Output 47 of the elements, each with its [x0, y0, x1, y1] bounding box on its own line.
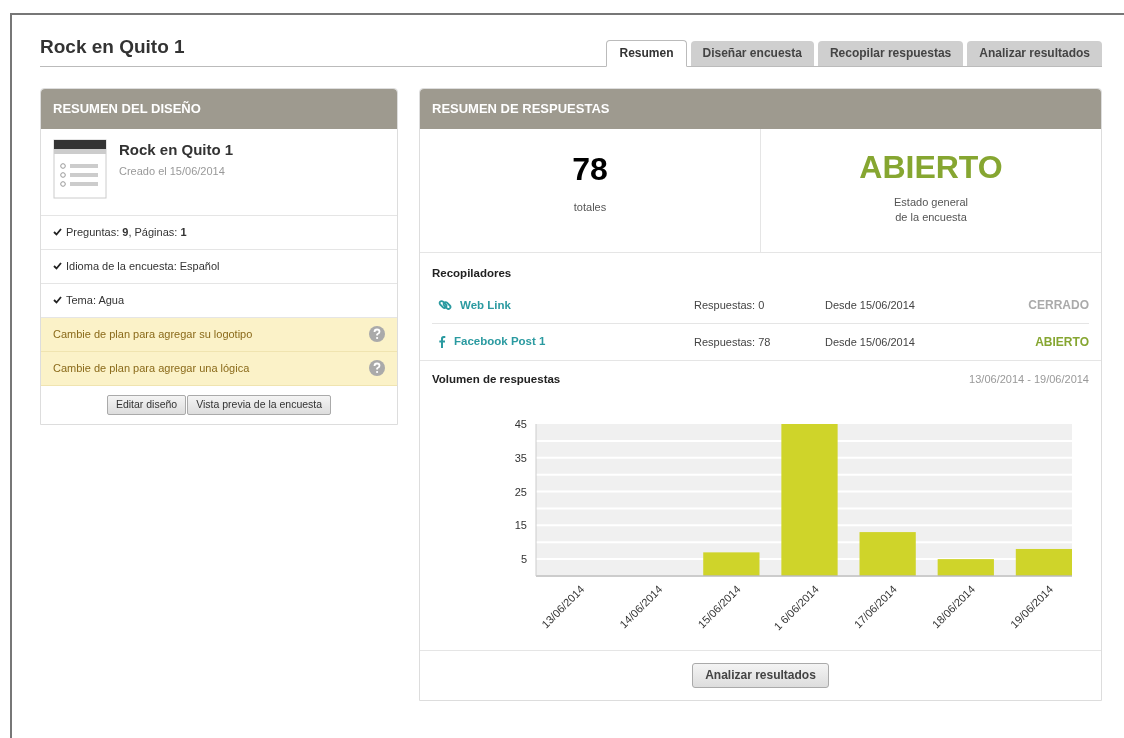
upgrade-text: Cambie de plan para agregar una lógica — [53, 360, 250, 376]
analyze-button[interactable]: Analizar resultados — [692, 662, 829, 688]
y-tick-label: 15 — [514, 519, 527, 532]
upgrade-text: Cambie de plan para agregar su logotipo — [53, 326, 253, 342]
date-range: 13/06/2014 - 19/06/2014 — [969, 371, 1089, 387]
collector-link[interactable]: Web Link — [460, 296, 511, 314]
link-icon — [438, 298, 452, 313]
collector-link[interactable]: Facebook Post 1 — [454, 333, 546, 351]
bar — [703, 552, 760, 576]
survey-name: Rock en Quito 1 — [119, 139, 234, 160]
y-tick-label: 5 — [520, 553, 527, 566]
tab[interactable]: Analizar resultados — [967, 40, 1102, 66]
check-icon — [53, 228, 62, 236]
created-date: Creado el 15/06/2014 — [119, 164, 226, 179]
bar — [859, 532, 916, 576]
collector-status: ABIERTO — [1034, 333, 1089, 351]
collectors-title: Recopiladores — [432, 265, 513, 281]
survey-form-icon — [53, 138, 107, 199]
design-button[interactable]: Editar diseño — [106, 394, 187, 415]
design-detail: Tema: Agua — [66, 292, 125, 308]
tab[interactable]: Diseñar encuesta — [690, 40, 814, 66]
page-title: Rock en Quito 1 — [40, 35, 185, 59]
collector-responses: Respuestas: 0 — [694, 298, 766, 313]
total-count: 78 — [572, 149, 608, 189]
design-detail: Idioma de la encuesta: Español — [66, 258, 220, 274]
y-tick-label: 35 — [514, 451, 527, 464]
tab[interactable]: Resumen — [606, 39, 687, 67]
collector-status: CERRADO — [1027, 297, 1089, 315]
help-icon[interactable] — [369, 326, 385, 342]
status-label: Estado general de la encuesta — [894, 194, 968, 225]
survey-status: ABIERTO — [859, 147, 1003, 187]
collector-date: Desde 15/06/2014 — [825, 298, 916, 313]
design-button[interactable]: Vista previa de la encuesta — [187, 394, 332, 415]
design-detail: Preguntas: 9, Páginas: 1 — [66, 224, 187, 240]
help-icon[interactable] — [369, 360, 385, 376]
check-icon — [53, 262, 62, 270]
tab[interactable]: Recopilar respuestas — [817, 40, 964, 66]
facebook-icon — [438, 335, 446, 349]
collector-responses: Respuestas: 78 — [694, 334, 772, 350]
volume-title: Volumen de respuestas — [432, 371, 561, 387]
y-tick-label: 25 — [514, 485, 527, 498]
y-tick-label: 45 — [514, 418, 527, 430]
panel-header: RESUMEN DE RESPUESTAS — [420, 88, 1101, 129]
check-icon — [53, 296, 62, 304]
collector-date: Desde 15/06/2014 — [825, 334, 916, 350]
panel-header: RESUMEN DEL DISEÑO — [41, 88, 397, 129]
total-label: totales — [573, 199, 607, 215]
